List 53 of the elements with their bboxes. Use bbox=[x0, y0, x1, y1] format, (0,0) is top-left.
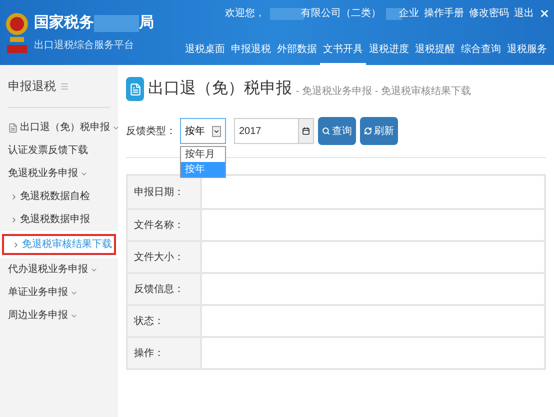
sidebar-item[interactable]: 免退税数据申报 bbox=[2, 211, 116, 228]
site-subtitle: 出口退税综合服务平台 bbox=[34, 38, 135, 54]
nav-tab[interactable]: 退税服务 bbox=[504, 38, 550, 65]
year-input[interactable]: 2017 bbox=[234, 118, 314, 144]
chevron-right-icon bbox=[12, 240, 20, 248]
dropdown-option[interactable]: 按年 bbox=[181, 162, 225, 177]
nav-tab[interactable]: 申报退税 bbox=[228, 38, 274, 65]
sidebar-item[interactable]: 免退税数据自检 bbox=[2, 188, 116, 205]
sidebar-item[interactable]: 免退税业务申报 bbox=[2, 165, 116, 182]
nav-tab[interactable]: 外部数据 bbox=[274, 38, 320, 65]
company-name: 有限公司（二类） bbox=[301, 6, 381, 21]
close-icon[interactable] bbox=[539, 8, 550, 19]
header-link[interactable]: 操作手册 bbox=[424, 6, 464, 21]
sidebar-title: 申报退税 bbox=[8, 78, 56, 95]
filter-label: 反馈类型： bbox=[126, 124, 176, 138]
refresh-icon bbox=[364, 127, 372, 135]
row-label: 申报日期： bbox=[128, 176, 202, 208]
dropdown-icon bbox=[213, 128, 220, 134]
site-title-suffix: 局 bbox=[139, 12, 154, 33]
header-link[interactable]: 退出 bbox=[514, 6, 534, 21]
row-label: 操作： bbox=[128, 338, 202, 368]
sidebar-item[interactable]: 代办退税业务申报 bbox=[2, 261, 116, 278]
header-link[interactable]: 修改密码 bbox=[469, 6, 509, 21]
user-type: 企业 bbox=[399, 6, 419, 21]
calendar-icon bbox=[302, 127, 310, 135]
greeting-text: 欢迎您， bbox=[225, 6, 265, 21]
refresh-button[interactable]: 刷新 bbox=[360, 117, 398, 145]
nav-tab[interactable]: 综合查询 bbox=[458, 38, 504, 65]
nav-tab[interactable]: 退税桌面 bbox=[182, 38, 228, 65]
row-label: 状态： bbox=[128, 306, 202, 336]
breadcrumb: - 免退税业务申报 - 免退税审核结果下载 bbox=[296, 84, 471, 98]
document-icon bbox=[126, 77, 144, 101]
sidebar-item[interactable]: 单证业务申报 bbox=[2, 284, 116, 301]
dropdown-option[interactable]: 按年月 bbox=[181, 147, 225, 162]
row-label: 文件名称： bbox=[128, 210, 202, 240]
sidebar-item[interactable]: 周边业务申报 bbox=[2, 307, 116, 324]
row-label: 反馈信息： bbox=[128, 274, 202, 304]
search-icon bbox=[322, 127, 330, 135]
type-select[interactable]: 按年 bbox=[180, 118, 226, 144]
sidebar-item[interactable]: 免退税审核结果下载 bbox=[2, 234, 116, 255]
redacted-block bbox=[94, 14, 139, 32]
chevron-right-icon bbox=[10, 192, 18, 200]
row-label: 文件大小： bbox=[128, 242, 202, 272]
page-title: 出口退（免）税申报 bbox=[148, 78, 292, 99]
site-title: 国家税务 bbox=[34, 12, 94, 33]
document-icon bbox=[8, 122, 18, 132]
sidebar-item[interactable]: 出口退（免）税申报 bbox=[2, 119, 116, 136]
nav-tab[interactable]: 退税提醒 bbox=[412, 38, 458, 65]
nav-tab[interactable]: 退税进度 bbox=[366, 38, 412, 65]
chevron-right-icon bbox=[10, 216, 18, 224]
nav-tab[interactable]: 文书开具 bbox=[320, 38, 366, 65]
search-button[interactable]: 查询 bbox=[318, 117, 356, 145]
sidebar-item[interactable]: 认证发票反馈下载 bbox=[2, 142, 116, 159]
